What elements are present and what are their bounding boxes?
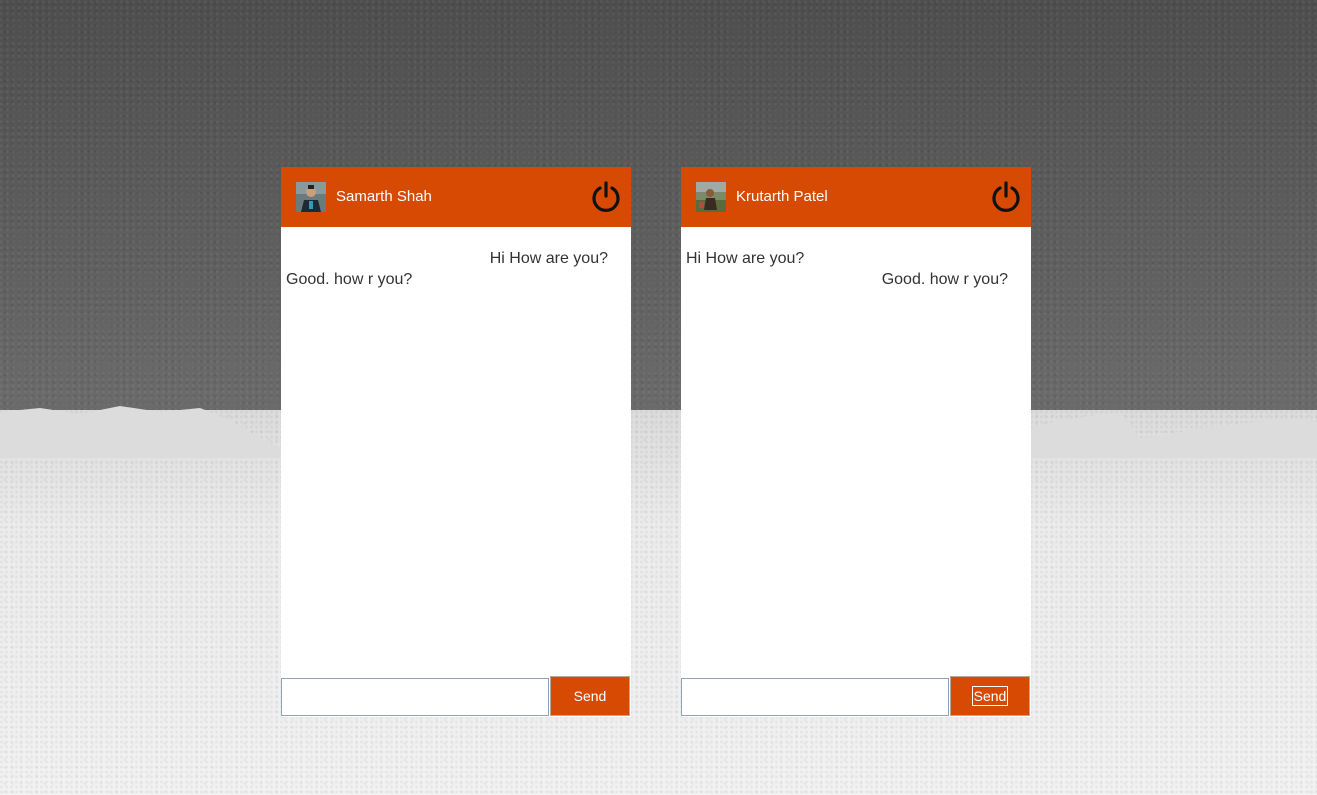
send-button[interactable]: Send <box>550 676 630 716</box>
chat-header: Samarth Shah <box>281 167 631 227</box>
wall-background-light <box>0 410 1317 795</box>
paint-edge <box>0 406 1317 458</box>
user-avatar-icon <box>296 182 326 212</box>
chat-window-krutarth: Krutarth Patel Hi How are you? Good. how… <box>681 167 1031 717</box>
message-list: Hi How are you? Good. how r you? <box>681 227 1031 675</box>
compose-bar: Send <box>681 675 1031 717</box>
send-button-label: Send <box>573 688 607 704</box>
message-input[interactable] <box>681 678 949 716</box>
message-received: Hi How are you? <box>686 250 805 267</box>
user-name: Samarth Shah <box>336 188 432 205</box>
power-icon[interactable] <box>989 180 1023 214</box>
user-avatar-icon <box>696 182 726 212</box>
chat-header: Krutarth Patel <box>681 167 1031 227</box>
compose-bar: Send <box>281 675 631 717</box>
user-name: Krutarth Patel <box>736 188 828 205</box>
power-icon[interactable] <box>589 180 623 214</box>
message-list: Hi How are you? Good. how r you? <box>281 227 631 675</box>
chat-window-samarth: Samarth Shah Hi How are you? Good. how r… <box>281 167 631 717</box>
message-sent: Hi How are you? <box>489 250 608 267</box>
message-input[interactable] <box>281 678 549 716</box>
message-received: Good. how r you? <box>286 271 413 288</box>
send-button[interactable]: Send <box>950 676 1030 716</box>
message-sent: Good. how r you? <box>881 271 1008 288</box>
send-button-label: Send <box>971 686 1009 706</box>
